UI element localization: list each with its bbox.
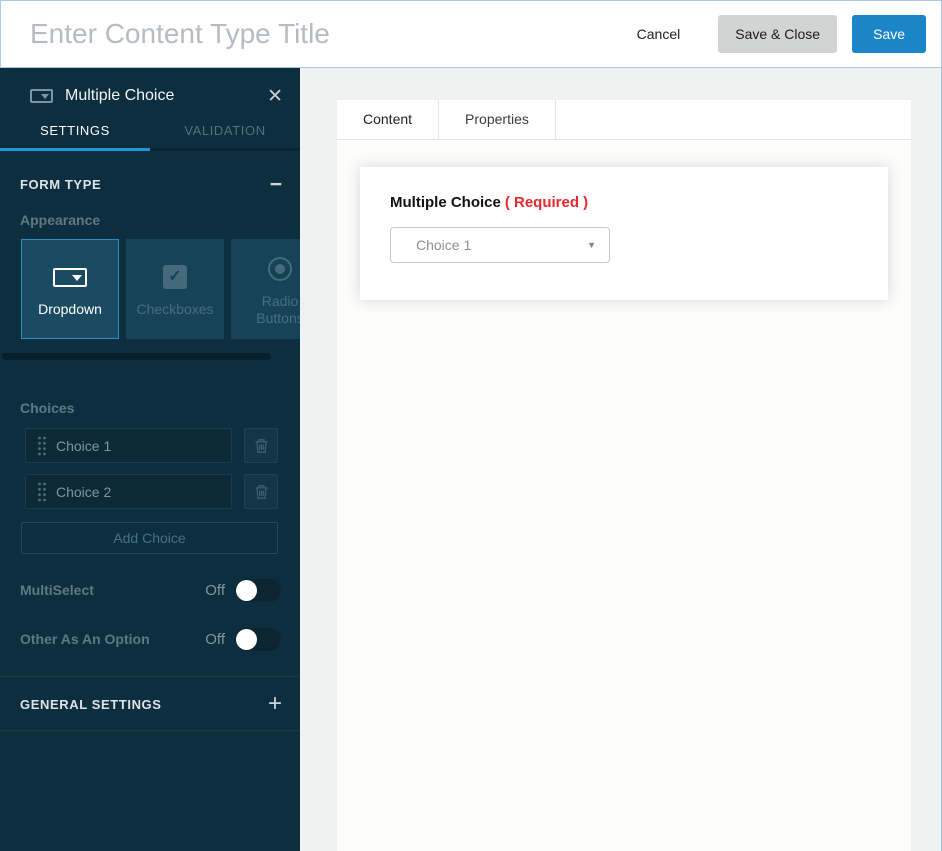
choice-field	[25, 428, 232, 463]
field-label: Multiple Choice( Required )	[390, 194, 858, 211]
toggle-knob	[236, 579, 257, 601]
cancel-button[interactable]: Cancel	[637, 26, 681, 42]
drag-handle-icon[interactable]	[37, 435, 47, 457]
choice-select[interactable]: Choice 1 ▼	[390, 227, 610, 263]
header-bar: Cancel Save & Close Save	[0, 0, 942, 68]
collapse-icon[interactable]: −	[270, 174, 282, 195]
close-icon[interactable]: ✕	[267, 87, 283, 106]
form-builder-window: Cancel Save & Close Save Multiple Choice…	[0, 0, 942, 851]
field-name: Multiple Choice	[390, 194, 501, 211]
toggle-knob	[236, 628, 257, 650]
chevron-down-icon: ▼	[587, 240, 596, 250]
sidebar-header: Multiple Choice ✕	[0, 68, 300, 112]
required-badge: ( Required )	[504, 194, 589, 211]
choice-row	[25, 474, 300, 509]
checkbox-icon: ✓	[163, 260, 187, 294]
general-settings-section-header[interactable]: GENERAL SETTINGS +	[0, 677, 300, 731]
content-type-title-input[interactable]	[1, 18, 637, 50]
multiselect-label: MultiSelect	[20, 582, 94, 598]
trash-icon	[255, 484, 267, 499]
tab-properties[interactable]: Properties	[439, 100, 556, 139]
other-option-label: Other As An Option	[20, 631, 150, 647]
choice-2-input[interactable]	[56, 483, 231, 500]
multiselect-toggle[interactable]	[235, 578, 281, 602]
field-settings-sidebar: Multiple Choice ✕ SETTINGS VALIDATION FO…	[0, 68, 300, 851]
dropdown-field-icon	[30, 89, 53, 103]
appearance-options: Dropdown ✓ Checkboxes Radio Buttons	[21, 239, 300, 339]
add-choice-button[interactable]: Add Choice	[21, 522, 278, 554]
sidebar-title: Multiple Choice	[65, 87, 175, 104]
field-preview-card: Multiple Choice( Required ) Choice 1 ▼	[360, 167, 888, 300]
choice-field	[25, 474, 232, 509]
other-option-setting: Other As An Option Off	[0, 627, 300, 651]
main-area: Content Properties Multiple Choice( Requ…	[300, 68, 942, 851]
other-option-state: Off	[205, 630, 225, 648]
delete-choice-button[interactable]	[244, 474, 278, 509]
appearance-option-radio-buttons[interactable]: Radio Buttons	[231, 239, 300, 339]
choices-label: Choices	[20, 400, 75, 416]
content-panel: Content Properties Multiple Choice( Requ…	[337, 100, 911, 851]
multiselect-setting: MultiSelect Off	[0, 578, 300, 602]
form-type-heading: FORM TYPE	[20, 177, 102, 192]
choice-row	[25, 428, 300, 463]
appearance-option-label: Dropdown	[38, 301, 102, 317]
delete-choice-button[interactable]	[244, 428, 278, 463]
appearance-option-checkboxes[interactable]: ✓ Checkboxes	[126, 239, 224, 339]
form-type-section-header[interactable]: FORM TYPE −	[0, 151, 300, 195]
general-settings-heading: GENERAL SETTINGS	[20, 696, 162, 712]
multiselect-state: Off	[205, 581, 225, 599]
appearance-option-label: Radio Buttons	[256, 292, 300, 326]
drag-handle-icon[interactable]	[37, 481, 47, 503]
choice-1-input[interactable]	[56, 437, 231, 454]
tab-settings[interactable]: SETTINGS	[0, 112, 150, 151]
content-tabs: Content Properties	[337, 100, 911, 140]
appearance-scrollbar[interactable]	[2, 353, 271, 360]
trash-icon	[255, 438, 267, 453]
selected-choice-value: Choice 1	[416, 237, 472, 253]
other-option-toggle[interactable]	[235, 627, 281, 651]
save-and-close-button[interactable]: Save & Close	[718, 15, 838, 53]
sidebar-tabs: SETTINGS VALIDATION	[0, 112, 300, 151]
expand-icon[interactable]: +	[268, 692, 282, 716]
appearance-option-dropdown[interactable]: Dropdown	[21, 239, 119, 339]
tab-validation[interactable]: VALIDATION	[150, 112, 300, 151]
appearance-label: Appearance	[20, 212, 101, 228]
tab-content[interactable]: Content	[337, 100, 440, 139]
appearance-option-label: Checkboxes	[136, 301, 214, 317]
radio-icon	[268, 252, 292, 286]
save-button[interactable]: Save	[852, 15, 926, 53]
dropdown-icon	[53, 260, 87, 294]
